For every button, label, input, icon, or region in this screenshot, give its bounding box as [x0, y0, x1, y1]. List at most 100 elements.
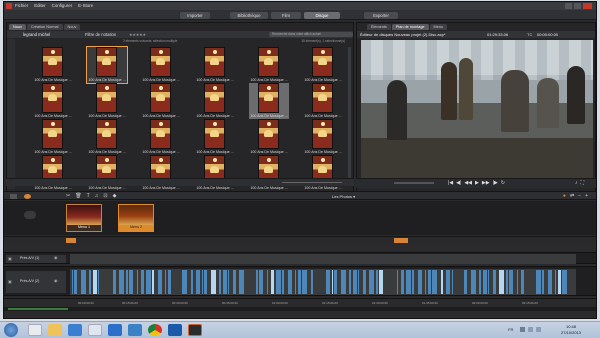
- chapter-end-marker[interactable]: [394, 238, 408, 243]
- timeline-clip[interactable]: [406, 270, 411, 294]
- timeline-clip[interactable]: [267, 270, 268, 294]
- loop-icon[interactable]: ↻: [501, 180, 505, 187]
- bibliotheque-button[interactable]: Bibliothèque: [230, 12, 268, 19]
- timeline-clip[interactable]: [425, 270, 426, 294]
- maximize-icon[interactable]: [574, 3, 581, 9]
- library-thumbnail[interactable]: 100 Ans De Musique ...: [249, 83, 289, 119]
- timeline-clip[interactable]: [488, 270, 489, 294]
- importer-button[interactable]: Importer: [180, 12, 210, 19]
- library-thumbnail[interactable]: 100 Ans De Musique ...: [195, 83, 235, 119]
- timeline-clip[interactable]: [228, 270, 229, 294]
- timeline-clip[interactable]: [311, 270, 313, 294]
- video-preview[interactable]: [361, 40, 593, 180]
- library-thumbnail[interactable]: 100 Ans De Musique ...: [86, 46, 128, 84]
- timeline-clip[interactable]: [363, 270, 366, 294]
- play-icon[interactable]: ▶: [475, 180, 479, 187]
- timeline-clip[interactable]: [506, 270, 508, 294]
- settings-icon[interactable]: [24, 194, 31, 199]
- audio-icon[interactable]: ♫: [95, 193, 99, 200]
- track-2-lane[interactable]: [70, 269, 576, 295]
- zoom-in-icon[interactable]: +: [585, 193, 588, 200]
- timeline-clip[interactable]: [441, 270, 443, 294]
- timeline-clip[interactable]: [152, 270, 154, 294]
- marker-icon[interactable]: ◆: [113, 193, 117, 200]
- language-indicator[interactable]: FR: [508, 327, 513, 332]
- app-icon[interactable]: [88, 324, 102, 336]
- navigator-strip[interactable]: [7, 39, 15, 189]
- library-scrollbar[interactable]: [348, 47, 351, 181]
- library-tab-3[interactable]: Nouv: [63, 24, 81, 30]
- library-tab-1[interactable]: Nouv: [9, 24, 26, 30]
- track-2-eye-icon[interactable]: ◉: [54, 278, 58, 283]
- timeline-clip[interactable]: [334, 270, 337, 294]
- timeline-clip[interactable]: [182, 270, 187, 294]
- timeline-clip[interactable]: [471, 270, 476, 294]
- timeline-clip[interactable]: [483, 270, 487, 294]
- tab-menu[interactable]: Menu: [429, 24, 448, 30]
- timeline-clip[interactable]: [196, 270, 200, 294]
- timeline-clip[interactable]: [401, 270, 404, 294]
- library-search-input[interactable]: Recherche dans votre affich actuel: [269, 32, 353, 37]
- timeline-clip[interactable]: [256, 270, 258, 294]
- timeline-clip[interactable]: [446, 270, 450, 294]
- library-thumbnail[interactable]: 100 Ans De Musique ...: [141, 83, 181, 119]
- timeline-clip[interactable]: [239, 270, 244, 294]
- trash-icon[interactable]: 🗑: [75, 193, 81, 200]
- menu-thumb-1[interactable]: Menu 1: [66, 204, 102, 232]
- timeline-clip[interactable]: [271, 270, 274, 294]
- library-thumbnail[interactable]: 100 Ans De Musique ...: [303, 83, 343, 119]
- record-icon[interactable]: ●: [563, 193, 566, 200]
- timeline-clip[interactable]: [555, 270, 556, 294]
- timeline-clip[interactable]: [141, 270, 144, 294]
- zoom-slider[interactable]: [282, 182, 342, 183]
- network-icon[interactable]: [528, 327, 533, 332]
- library-thumbnail[interactable]: 100 Ans De Musique ...: [33, 119, 73, 155]
- track-1-lock-icon[interactable]: ▣: [8, 256, 12, 261]
- timeline-clip[interactable]: [558, 270, 561, 294]
- step-forward-icon[interactable]: |▶: [493, 180, 498, 187]
- timeline-clip[interactable]: [432, 270, 437, 294]
- fullscreen-icon[interactable]: ⛶: [580, 180, 584, 187]
- close-icon[interactable]: [583, 3, 592, 9]
- timeline-clip[interactable]: [98, 270, 99, 294]
- library-thumbnail[interactable]: 100 Ans De Musique ...: [195, 119, 235, 155]
- timeline-clip[interactable]: [428, 270, 431, 294]
- folder-icon[interactable]: [48, 324, 62, 336]
- film-button[interactable]: Film: [271, 12, 301, 19]
- timeline-clip[interactable]: [72, 270, 73, 294]
- library-thumbnail[interactable]: 100 Ans De Musique ...: [141, 119, 181, 155]
- timeline-clip[interactable]: [74, 270, 77, 294]
- volume-tray-icon[interactable]: [536, 327, 541, 332]
- timeline-clip[interactable]: [376, 270, 378, 294]
- timeline-clip[interactable]: [137, 270, 138, 294]
- timeline-clip[interactable]: [259, 270, 263, 294]
- menu-strip-toggle-icon[interactable]: [24, 211, 36, 219]
- start-button-icon[interactable]: [4, 323, 18, 337]
- library-thumbnail[interactable]: 100 Ans De Musique ...: [87, 119, 127, 155]
- library-thumbnail[interactable]: 100 Ans De Musique ...: [303, 47, 343, 83]
- menu-configurer[interactable]: Configurer: [52, 3, 73, 9]
- library-thumbnail[interactable]: 100 Ans De Musique ...: [87, 83, 127, 119]
- outlook-icon[interactable]: [168, 324, 182, 336]
- timeline-clip[interactable]: [295, 270, 296, 294]
- volume-icon[interactable]: ♪: [575, 180, 578, 187]
- timeline-clip[interactable]: [158, 270, 162, 294]
- library-thumbnail[interactable]: 100 Ans De Musique ...: [249, 119, 289, 155]
- timeline-clip[interactable]: [146, 270, 151, 294]
- shuttle-slider[interactable]: [394, 182, 434, 184]
- timeline-clip[interactable]: [517, 270, 518, 294]
- ie-icon[interactable]: [108, 324, 122, 336]
- timeline-clip[interactable]: [202, 270, 203, 294]
- library-thumbnail[interactable]: 100 Ans De Musique ...: [195, 47, 235, 83]
- disque-button[interactable]: Disque: [304, 12, 340, 19]
- step-back-icon[interactable]: ◀|: [456, 180, 461, 187]
- timeline-clip[interactable]: [191, 270, 193, 294]
- library-thumbnail[interactable]: 100 Ans De Musique ...: [249, 47, 289, 83]
- forward-icon[interactable]: ▶▶: [482, 180, 490, 187]
- tab-elements[interactable]: Éléments: [367, 24, 391, 30]
- media-icon[interactable]: [68, 324, 82, 336]
- timeline-clip[interactable]: [379, 270, 383, 294]
- timeline-clip[interactable]: [332, 270, 333, 294]
- timeline-clip[interactable]: [93, 270, 97, 294]
- tray-arrow-icon[interactable]: [520, 327, 525, 332]
